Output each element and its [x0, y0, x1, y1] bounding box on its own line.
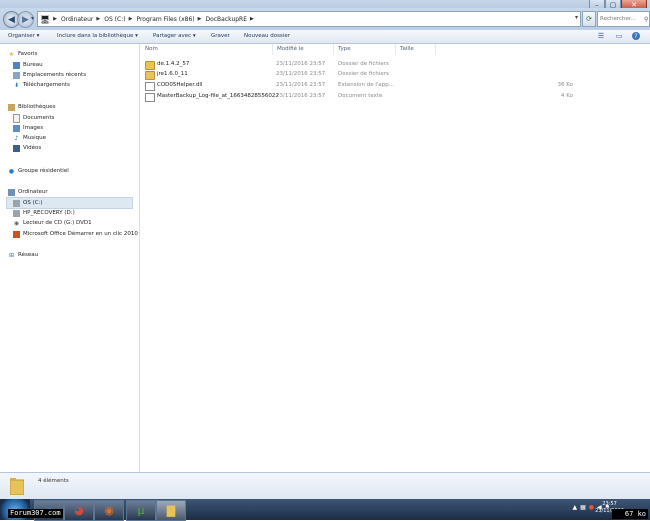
refresh-button[interactable]: ⟳: [582, 11, 596, 27]
network-speed-readout: 67 ko: [612, 509, 648, 519]
videos-icon: [13, 144, 20, 152]
images-icon: [13, 124, 20, 132]
nav-libraries[interactable]: Bibliothèques: [8, 102, 55, 112]
preview-pane-icon[interactable]: ▭: [614, 32, 624, 40]
taskbar-explorer[interactable]: ▇: [156, 500, 186, 521]
chevron-right-icon: ▶: [128, 16, 133, 22]
folder-icon: [9, 477, 25, 496]
music-icon: ♪: [14, 134, 19, 142]
command-bar: Organiser ▾ Inclure dans la bibliothèque…: [0, 30, 650, 44]
watermark: Forum307.com: [8, 509, 63, 518]
chevron-right-icon: ▶: [96, 16, 101, 22]
column-divider[interactable]: [333, 44, 334, 55]
drive-icon: [13, 209, 20, 217]
help-icon[interactable]: ?: [632, 32, 640, 40]
new-folder-button[interactable]: Nouveau dossier: [244, 33, 290, 39]
chevron-right-icon: ▶: [250, 16, 254, 22]
navigation-pane: ★ Favoris Bureau Emplacements récents ⬇ Té…: [0, 44, 140, 472]
search-box: ⚲: [597, 11, 650, 27]
cd-drive-icon: ◉: [13, 219, 20, 227]
network-status-icon[interactable]: ▦: [580, 504, 586, 511]
column-divider[interactable]: [395, 44, 396, 55]
homegroup-icon: ●: [8, 167, 15, 175]
file-row[interactable]: MasterBackup_Log-file_at_16634828556022 …: [140, 92, 650, 102]
desktop-icon: [13, 61, 20, 69]
downloads-icon: ⬇: [13, 81, 20, 89]
file-row[interactable]: jre1.6.0_11 23/11/2016 23:57 Dossier de …: [140, 70, 650, 80]
utorrent-icon: µ: [137, 504, 145, 517]
folder-icon: ▇: [166, 504, 176, 517]
address-history-dropdown[interactable]: ▾: [575, 14, 578, 21]
search-icon: ⚲: [644, 15, 649, 23]
recent-pages-dropdown[interactable]: ▾: [31, 15, 34, 22]
title-bar: – ▢ ✕: [0, 0, 650, 10]
star-icon: ★: [8, 50, 15, 58]
documents-icon: [13, 113, 20, 123]
taskbar-firefox[interactable]: ◉: [94, 500, 124, 521]
nav-music[interactable]: ♪ Musique: [13, 133, 46, 143]
column-header-type[interactable]: Type: [338, 46, 351, 52]
column-header-name[interactable]: Nom: [145, 46, 158, 52]
taskbar-utorrent[interactable]: µ: [126, 500, 156, 521]
recent-places-icon: [13, 71, 20, 79]
nav-documents[interactable]: Documents: [13, 113, 54, 123]
item-count: 4 éléments: [38, 478, 69, 484]
burn-button[interactable]: Graver: [211, 33, 230, 39]
taskbar: e ◕ ◉ µ ▇ ▲ ▦ ● ◀ ⚑ 23:57 23/11/2016: [0, 499, 650, 521]
organize-button[interactable]: Organiser ▾: [8, 33, 39, 39]
nav-desktop[interactable]: Bureau: [13, 60, 43, 70]
office-drive-icon: [13, 230, 20, 238]
chevron-right-icon: ▶: [53, 16, 58, 22]
firefox-icon: ◉: [104, 504, 114, 517]
nav-downloads[interactable]: ⬇ Téléchargements: [13, 80, 70, 90]
nav-office-drive[interactable]: Microsoft Office Démarrer en un clic 201…: [13, 229, 138, 239]
nav-homegroup[interactable]: ● Groupe résidentiel: [8, 166, 69, 176]
column-header-date[interactable]: Modifié le: [277, 46, 304, 52]
nav-images[interactable]: Images: [13, 123, 43, 133]
security-icon[interactable]: ●: [589, 504, 594, 511]
search-input[interactable]: [598, 15, 644, 23]
include-in-library-button[interactable]: Inclure dans la bibliothèque ▾: [57, 33, 138, 39]
details-pane: 4 éléments: [0, 472, 650, 500]
nav-favorites[interactable]: ★ Favoris: [8, 49, 38, 59]
share-with-button[interactable]: Partager avec ▾: [153, 33, 196, 39]
column-header-size[interactable]: Taille: [400, 46, 414, 52]
nav-drive-d[interactable]: HP_RECOVERY (D:): [13, 208, 75, 218]
folder-icon: [145, 61, 155, 70]
breadcrumb-item[interactable]: ▶ OS (C:): [93, 12, 125, 26]
column-divider[interactable]: [272, 44, 273, 55]
arrow-left-icon: ◀: [8, 14, 15, 25]
taskbar-chrome[interactable]: ◕: [64, 500, 94, 521]
chrome-icon: ◕: [74, 504, 84, 517]
computer-icon: 🖥: [40, 14, 51, 24]
nav-cd-drive[interactable]: ◉ Lecteur de CD (G:) DVD1: [13, 218, 92, 228]
clock-time: 23:57: [602, 501, 617, 507]
breadcrumb-item[interactable]: ▶ Ordinateur: [50, 12, 93, 26]
chevron-right-icon: ▶: [197, 16, 202, 22]
view-options-icon[interactable]: ☰: [596, 32, 606, 40]
arrow-right-icon: ▶: [22, 14, 29, 25]
breadcrumb-item[interactable]: ▶ Program Files (x86): [126, 12, 195, 26]
show-hidden-icons[interactable]: ▲: [572, 504, 577, 511]
dll-file-icon: [145, 82, 155, 91]
file-row[interactable]: COD05Helper.dll 23/11/2016 23:57 Extensi…: [140, 81, 650, 91]
computer-icon: [8, 188, 15, 196]
nav-recent-places[interactable]: Emplacements récents: [13, 70, 86, 80]
column-divider[interactable]: [435, 44, 436, 55]
nav-network[interactable]: ⊞ Réseau: [8, 250, 38, 260]
refresh-icon: ⟳: [586, 15, 592, 23]
nav-computer[interactable]: Ordinateur: [8, 187, 48, 197]
text-file-icon: [145, 93, 155, 102]
breadcrumb[interactable]: 🖥 ▶ Ordinateur ▶ OS (C:) ▶ Program Files (x…: [37, 11, 581, 27]
address-bar: ◀ ▶ ▾ 🖥 ▶ Ordinateur ▶ OS (C:) ▶ Program Fi…: [0, 8, 650, 30]
drive-icon: [13, 199, 20, 207]
libraries-icon: [8, 103, 15, 111]
breadcrumb-item[interactable]: ▶ DocBackupRE ▶: [195, 12, 258, 26]
file-row[interactable]: de.1.4.2_57 23/11/2016 23:57 Dossier de …: [140, 60, 650, 70]
folder-icon: [145, 71, 155, 80]
file-list: Nom Modifié le Type Taille de.1.4.2_57 2…: [140, 44, 650, 472]
network-icon: ⊞: [8, 251, 15, 259]
nav-videos[interactable]: Vidéos: [13, 143, 41, 153]
